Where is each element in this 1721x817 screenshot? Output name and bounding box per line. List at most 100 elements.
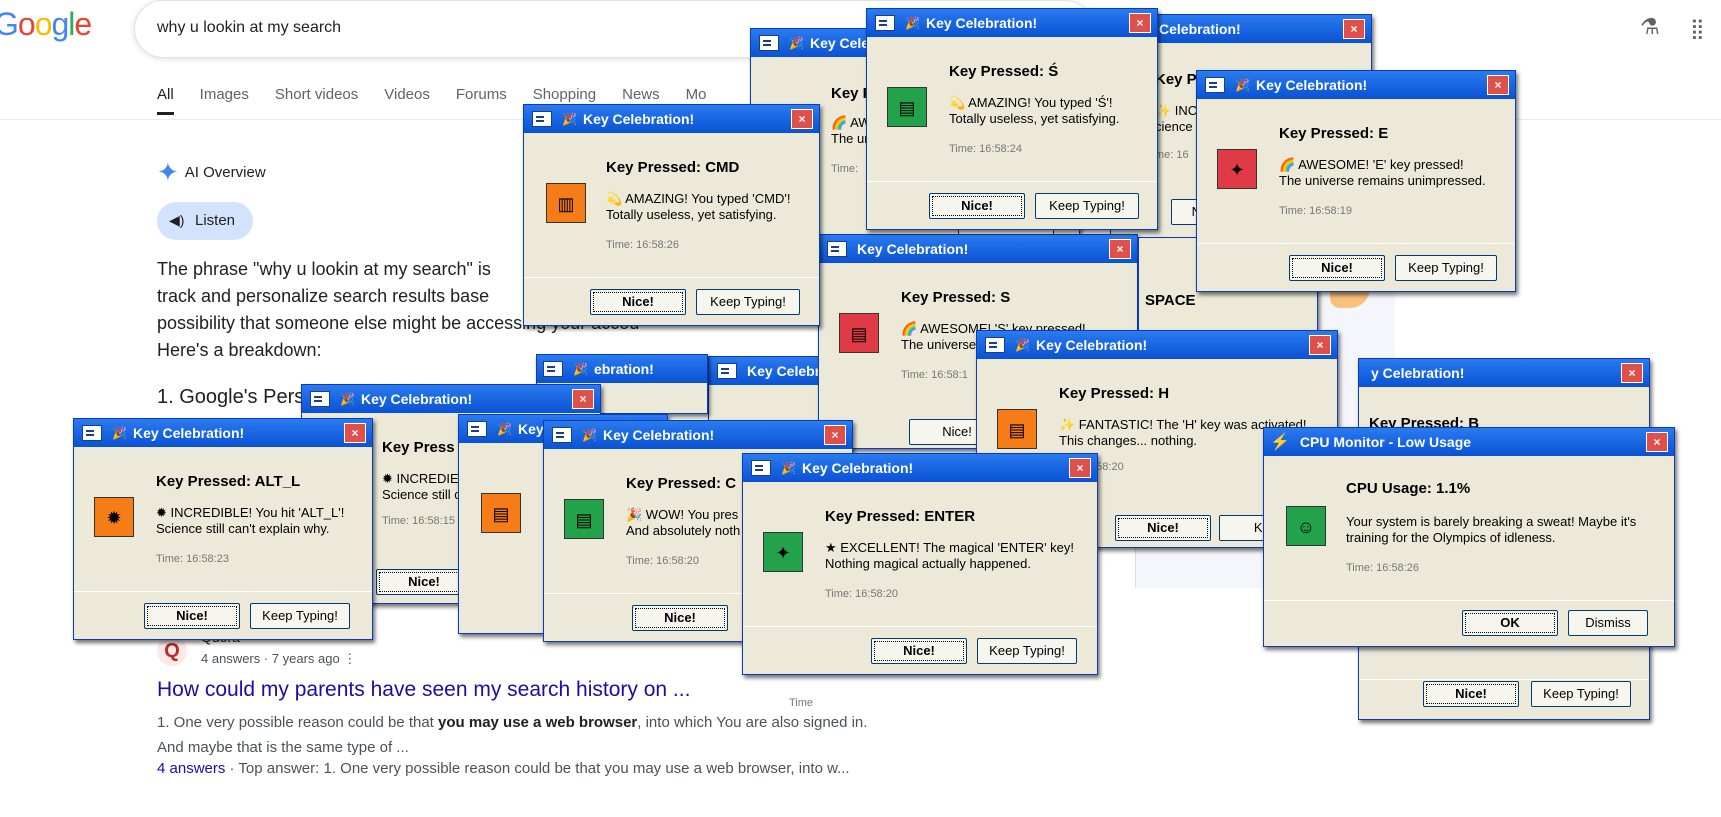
close-icon[interactable]: × <box>1109 239 1131 259</box>
answers-link[interactable]: 4 answers <box>157 760 225 777</box>
dialog-message: 💫 AMAZING! You typed 'Ś'! <box>949 95 1113 110</box>
keep-typing-button[interactable]: Keep Typing! <box>696 289 800 315</box>
dialog-title: ebration! <box>593 361 654 377</box>
dialog-message: And absolutely noth <box>626 523 741 538</box>
speaker-icon: ◀) <box>169 212 185 228</box>
ok-button[interactable]: OK <box>1462 610 1558 636</box>
tab-short-videos[interactable]: Short videos <box>275 86 358 115</box>
close-icon[interactable]: × <box>1129 13 1151 33</box>
ai-overview-header: ✦ AI Overview <box>157 157 266 188</box>
logo-letter: G <box>0 6 19 42</box>
dialog-heading: Key Pressed: ENTER <box>825 508 976 525</box>
keep-typing-button[interactable]: Keep Typing! <box>250 603 350 629</box>
dialog-title: Key Celebration! <box>360 391 473 407</box>
quora-icon[interactable]: Q <box>157 636 187 666</box>
cpu-monitor-dialog: ⚡ CPU Monitor - Low Usage × CPU Usage: 1.1… <box>1263 427 1675 647</box>
window-icon <box>751 460 771 476</box>
dialog-title: Key Celebration! <box>925 15 1038 31</box>
dialog-titlebar[interactable]: y Celebration! × <box>1359 359 1649 387</box>
window-icon <box>875 15 895 31</box>
window-icon <box>827 241 847 257</box>
dialog-separator <box>1197 243 1515 244</box>
party-icon: 🎉 <box>562 112 577 126</box>
dialog-time: Time: 16:58:20 <box>825 588 898 600</box>
dialog-titlebar[interactable]: Key Celebration! × <box>819 235 1137 263</box>
dialog-titlebar[interactable]: ⚡ CPU Monitor - Low Usage × <box>1264 428 1674 456</box>
keep-typing-button[interactable]: Keep Typing! <box>1395 255 1497 281</box>
close-icon[interactable]: × <box>1343 19 1365 39</box>
keep-typing-button[interactable]: Keep Typing! <box>1531 681 1631 707</box>
logo-letter: o <box>34 6 53 42</box>
listen-button[interactable]: ◀) Listen <box>157 202 253 240</box>
tab-forums[interactable]: Forums <box>456 86 507 115</box>
sun-icon: ✹ <box>94 497 134 537</box>
ai-overview-label: AI Overview <box>184 164 266 181</box>
logo-letter: e <box>74 6 92 42</box>
piano-icon: ▥ <box>546 183 586 223</box>
dialog-time: Time: 16:58:1 <box>901 369 968 381</box>
keyboard-icon: ▤ <box>997 409 1037 449</box>
nice-button[interactable]: Nice! <box>632 605 728 631</box>
celebration-dialog: 🎉 Key Celebration! × Key Pressed: ENTER ✦ … <box>742 453 1098 675</box>
close-icon[interactable]: × <box>791 109 813 129</box>
dialog-title: Key Celebration <box>747 363 827 379</box>
dialog-titlebar[interactable]: 🎉 Key Celebration! × <box>743 454 1097 482</box>
close-icon[interactable]: × <box>824 425 846 445</box>
window-icon <box>717 363 737 379</box>
party-icon: 🎉 <box>112 426 127 440</box>
dialog-title: Key <box>517 421 544 437</box>
window-icon <box>532 111 552 127</box>
snippet-text: 1. One very possible reason could be tha… <box>157 714 439 731</box>
dismiss-button[interactable]: Dismiss <box>1568 610 1648 636</box>
search-input[interactable]: why u lookin at my search <box>157 19 341 37</box>
dialog-titlebar[interactable]: 🎉 Key Celebration! × <box>302 385 600 413</box>
result-meta: 4 answers · 7 years ago ⋮ <box>201 651 356 667</box>
dialog-message: 💫 AMAZING! You typed 'CMD'! <box>606 191 791 206</box>
close-icon[interactable]: × <box>1621 363 1643 383</box>
result-answers: 4 answers · Top answer: 1. One very poss… <box>157 760 850 777</box>
dialog-title: Key Celebration! <box>801 460 914 476</box>
nice-button[interactable]: Nice! <box>1289 255 1385 281</box>
tab-videos[interactable]: Videos <box>384 86 430 115</box>
dialog-titlebar[interactable]: 🎉 Key Celebration! × <box>867 9 1157 37</box>
close-icon[interactable]: × <box>1069 458 1091 478</box>
nice-button[interactable]: Nice! <box>871 638 967 664</box>
result-title-link[interactable]: How could my parents have seen my search… <box>157 678 690 702</box>
dialog-heading: Key Pressed: C <box>626 475 737 492</box>
dialog-time: Time: 16:58:24 <box>949 143 1022 155</box>
dialog-message: training for the Olympics of idleness. <box>1346 530 1556 545</box>
close-icon[interactable]: × <box>1646 432 1668 452</box>
keep-typing-button[interactable]: Keep Typing! <box>1035 193 1139 219</box>
apps-grid-icon[interactable]: ⣿ <box>1690 16 1705 41</box>
keep-typing-button[interactable]: Keep Typing! <box>977 638 1077 664</box>
sparkle-icon: ✦ <box>1217 149 1257 189</box>
party-icon: 🎉 <box>573 362 588 376</box>
party-icon: 🎉 <box>497 422 512 436</box>
celebration-dialog: 🎉 Key Celebration! × Key Pressed: Ś ▤ 💫 AM… <box>866 8 1158 230</box>
tab-images[interactable]: Images <box>200 86 249 115</box>
google-logo[interactable]: Google <box>0 6 92 43</box>
nice-button[interactable]: Nice! <box>1423 681 1519 707</box>
dialog-titlebar[interactable]: 🎉 Key Celebration! × <box>977 331 1337 359</box>
dialog-titlebar[interactable]: 🎉 ebration! <box>537 355 707 383</box>
dialog-titlebar[interactable]: Key Celebration <box>709 357 827 385</box>
party-icon: 🎉 <box>340 392 355 406</box>
nice-button[interactable]: Nice! <box>590 289 686 315</box>
dialog-titlebar[interactable]: 🎉 Key Celebration! × <box>544 421 852 449</box>
close-icon[interactable]: × <box>1487 75 1509 95</box>
more-options-icon[interactable]: ⋮ <box>343 651 356 666</box>
nice-button[interactable]: Nice! <box>144 603 240 629</box>
close-icon[interactable]: × <box>572 389 594 409</box>
close-icon[interactable]: × <box>344 423 366 443</box>
listen-label: Listen <box>195 212 236 229</box>
dialog-titlebar[interactable]: 🎉 Key Celebration! × <box>74 419 372 447</box>
dialog-titlebar[interactable]: 🎉 Key Celebration! × <box>524 105 819 133</box>
tab-all[interactable]: All <box>157 86 174 115</box>
nice-button[interactable]: Nice! <box>1115 515 1211 541</box>
nice-button[interactable]: Nice! <box>929 193 1025 219</box>
dialog-heading: CPU Usage: 1.1% <box>1346 480 1471 497</box>
flask-icon[interactable]: ⚗ <box>1640 14 1660 40</box>
dialog-message: The universe <box>901 337 977 352</box>
close-icon[interactable]: × <box>1309 335 1331 355</box>
dialog-titlebar[interactable]: 🎉 Key Celebration! × <box>1197 71 1515 99</box>
